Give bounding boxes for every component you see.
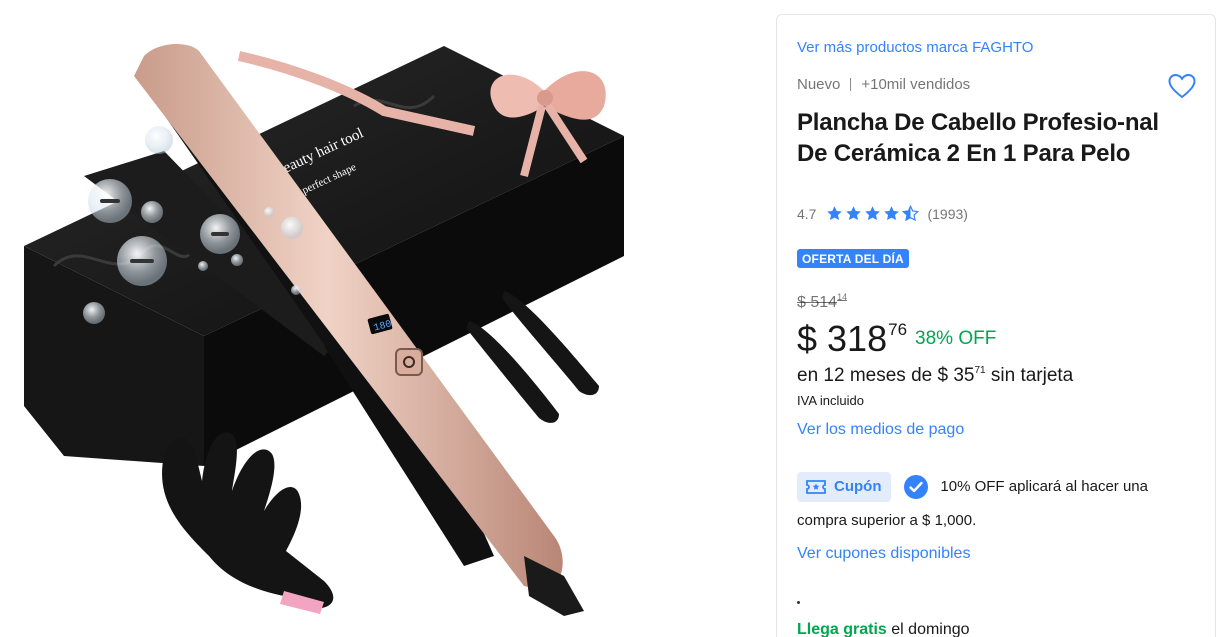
rating-stars — [826, 205, 920, 222]
coupon-row: Cupón 10% OFF aplicará al hacer una — [797, 471, 1187, 503]
installments-suffix: sin tarjeta — [990, 365, 1074, 386]
price-symbol: $ — [797, 318, 818, 359]
condition-label: Nuevo — [797, 76, 841, 93]
coupon-text-line1: 10% OFF aplicará al hacer una — [940, 478, 1148, 495]
star-full-icon — [846, 206, 862, 221]
shipping-info: Llega gratis el domingo — [797, 621, 970, 637]
coupon-ticket-icon — [806, 479, 826, 494]
star-half-icon — [902, 205, 920, 222]
buy-box: Ver más productos marca FAGHTO Nuevo +10… — [776, 14, 1216, 637]
product-title: Plancha De Cabello Profesio-nal De Cerám… — [797, 109, 1159, 167]
subtitle-divider — [850, 78, 852, 91]
original-price-symbol: $ — [797, 294, 806, 311]
payment-methods-link[interactable]: Ver los medios de pago — [797, 421, 964, 439]
discount-label: 38% OFF — [915, 328, 997, 349]
coupon-label: Cupón — [834, 478, 882, 496]
price-int: 318 — [827, 318, 888, 359]
brand-link[interactable]: Ver más productos marca FAGHTO — [797, 39, 1033, 56]
product-subtitle: Nuevo +10mil vendidos — [797, 76, 970, 93]
coupon-text-line2: compra superior a $ 1,000. — [797, 512, 977, 529]
original-price: $ 51414 — [797, 292, 847, 312]
coupon-chip[interactable]: Cupón — [797, 471, 892, 502]
check-circle-icon — [903, 474, 928, 499]
installments-amount: $ 35 — [937, 365, 975, 386]
favorite-heart-icon[interactable] — [1168, 73, 1196, 99]
sold-count: +10mil vendidos — [861, 76, 971, 93]
price-cents: 76 — [888, 320, 908, 339]
product-page: beauty hair tool perfect shape 180 Ver m… — [0, 0, 1220, 637]
current-price: $ 318 76 38% OFF — [797, 315, 996, 363]
available-coupons-link[interactable]: Ver cupones disponibles — [797, 545, 970, 563]
rating-value: 4.7 — [797, 205, 817, 222]
star-full-icon — [865, 206, 881, 221]
product-gallery: beauty hair tool perfect shape 180 — [0, 0, 760, 637]
shipping-day: el domingo — [891, 621, 970, 637]
deal-badge: OFERTA DEL DÍA — [797, 249, 909, 268]
installments-cents: 71 — [974, 365, 986, 376]
original-price-cents: 14 — [837, 292, 848, 302]
star-full-icon — [884, 206, 900, 221]
star-full-icon — [827, 206, 843, 221]
heat-glove — [162, 432, 334, 614]
tax-note: IVA incluido — [797, 393, 864, 408]
installments-info: en 12 meses de $ 3571 sin tarjeta — [797, 365, 1073, 387]
product-image[interactable]: beauty hair tool perfect shape 180 — [24, 36, 624, 616]
rating-summary[interactable]: 4.7 (1993) — [797, 205, 968, 222]
shipping-bullet — [797, 601, 800, 604]
reviews-count: (1993) — [927, 205, 968, 222]
shipping-free-label: Llega gratis — [797, 621, 887, 637]
installments-prefix: en 12 meses de — [797, 365, 933, 386]
original-price-int: 514 — [810, 294, 838, 311]
